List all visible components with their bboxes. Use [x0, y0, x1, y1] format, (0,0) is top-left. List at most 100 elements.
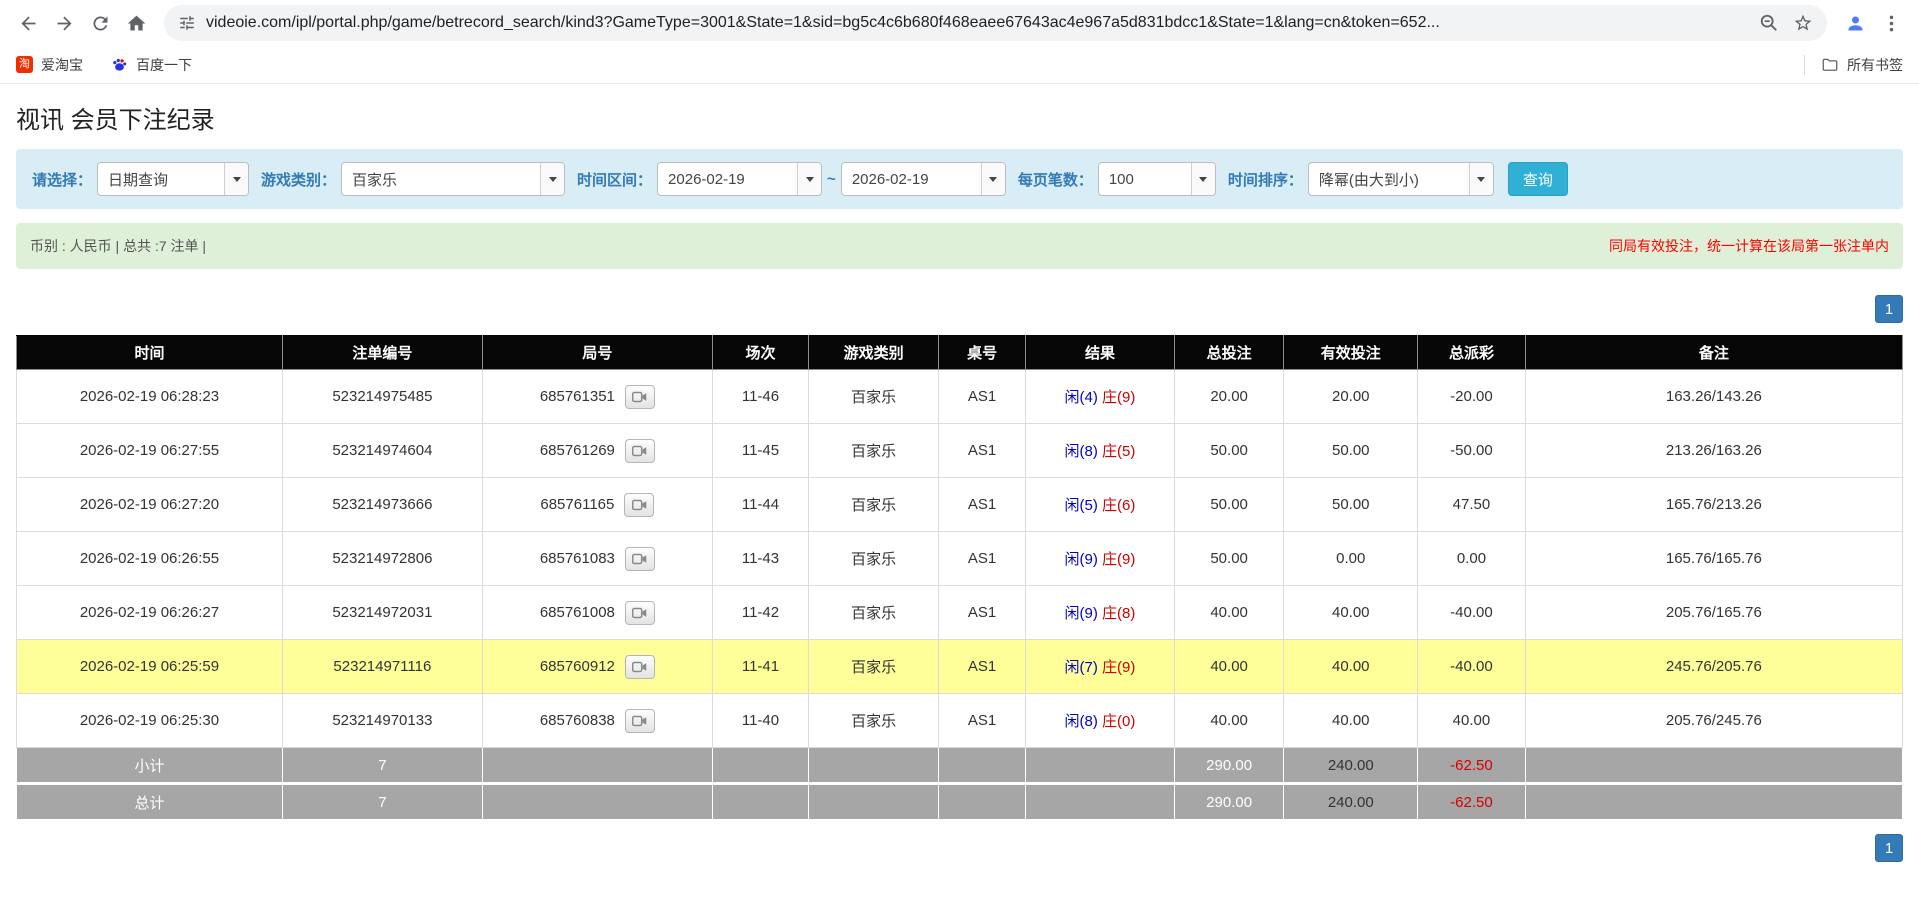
bookmark-star-button[interactable]	[1793, 13, 1813, 33]
video-replay-button[interactable]	[625, 439, 655, 463]
page-1-button[interactable]: 1	[1875, 295, 1903, 323]
result-banker: 庄(9)	[1102, 551, 1135, 568]
cell-remark: 163.26/143.26	[1525, 370, 1902, 424]
cell-payout: -20.00	[1418, 370, 1526, 424]
result-player: 闲(9)	[1065, 551, 1098, 568]
zoom-magnifier-icon	[1759, 13, 1779, 33]
profile-button[interactable]	[1837, 5, 1873, 41]
pagination-top: 1	[16, 295, 1903, 323]
chevron-down-icon[interactable]	[1469, 163, 1493, 195]
cell-total-bet[interactable]: 40.00	[1174, 586, 1283, 640]
column-header: 结果	[1025, 336, 1174, 370]
video-camera-icon	[632, 499, 647, 511]
date-range-tilde: ~	[827, 171, 836, 188]
address-bar[interactable]: videoie.com/ipl/portal.php/game/betrecor…	[164, 5, 1827, 41]
bookmark-aitaobao[interactable]: 淘 爱淘宝	[16, 55, 83, 75]
video-replay-button[interactable]	[625, 601, 655, 625]
all-bookmarks-label: 所有书签	[1847, 55, 1903, 75]
cell-table-no: AS1	[939, 370, 1026, 424]
cell-total-bet[interactable]: 50.00	[1174, 478, 1283, 532]
result-banker: 庄(5)	[1102, 443, 1135, 460]
refresh-button[interactable]	[82, 5, 118, 41]
time-sort-label: 时间排序：	[1228, 169, 1303, 190]
cell-session: 11-46	[712, 370, 808, 424]
refresh-icon	[90, 13, 111, 34]
chevron-down-icon[interactable]	[224, 163, 248, 195]
cell-round: 685761083	[482, 532, 712, 586]
subtotal-label: 小计	[17, 748, 283, 784]
video-camera-icon	[632, 391, 647, 403]
total-payout: -62.50	[1418, 784, 1526, 820]
bookmark-baidu[interactable]: 百度一下	[111, 55, 192, 75]
chevron-down-icon[interactable]	[797, 163, 821, 195]
round-id: 685760838	[540, 712, 615, 729]
back-arrow-icon	[18, 13, 39, 34]
cell-table-no: AS1	[939, 478, 1026, 532]
column-header: 有效投注	[1284, 336, 1418, 370]
result-player: 闲(5)	[1065, 497, 1098, 514]
query-type-select[interactable]: 日期查询	[97, 162, 249, 196]
cell-total-bet[interactable]: 40.00	[1174, 694, 1283, 748]
cell-game-type: 百家乐	[809, 640, 939, 694]
cell-bet-id: 523214972031	[282, 586, 482, 640]
total-total-bet: 290.00	[1174, 784, 1283, 820]
column-header: 时间	[17, 336, 283, 370]
cell-payout: -40.00	[1418, 586, 1526, 640]
cell-valid-bet: 40.00	[1284, 640, 1418, 694]
video-replay-button[interactable]	[624, 493, 654, 517]
cell-result: 闲(9) 庄(9)	[1025, 532, 1174, 586]
cell-valid-bet: 50.00	[1284, 478, 1418, 532]
table-body: 2026-02-19 06:28:23523214975485685761351…	[17, 370, 1903, 748]
forward-button[interactable]	[46, 5, 82, 41]
round-id: 685761269	[540, 442, 615, 459]
cell-total-bet[interactable]: 40.00	[1174, 640, 1283, 694]
cell-result: 闲(8) 庄(0)	[1025, 694, 1174, 748]
chevron-down-icon[interactable]	[540, 163, 564, 195]
video-camera-icon	[632, 553, 647, 565]
home-button[interactable]	[118, 5, 154, 41]
zoom-button[interactable]	[1759, 13, 1779, 33]
video-replay-button[interactable]	[625, 385, 655, 409]
search-button[interactable]: 查询	[1508, 162, 1568, 196]
cell-bet-id: 523214975485	[282, 370, 482, 424]
page-size-select[interactable]: 100	[1098, 162, 1216, 196]
table-row: 2026-02-19 06:27:20523214973666685761165…	[17, 478, 1903, 532]
cell-session: 11-43	[712, 532, 808, 586]
page-1-button[interactable]: 1	[1875, 834, 1903, 862]
date-from-picker[interactable]: 2026-02-19	[657, 162, 822, 196]
cell-time: 2026-02-19 06:26:27	[17, 586, 283, 640]
cell-result: 闲(9) 庄(8)	[1025, 586, 1174, 640]
video-replay-button[interactable]	[625, 547, 655, 571]
currency-total-text: 币别 : 人民币 | 总共 :7 注单 |	[30, 236, 206, 256]
video-camera-icon	[632, 715, 647, 727]
cell-total-bet[interactable]: 20.00	[1174, 370, 1283, 424]
cell-payout: -40.00	[1418, 640, 1526, 694]
chevron-down-icon[interactable]	[981, 163, 1005, 195]
back-button[interactable]	[10, 5, 46, 41]
toolbar-right-controls	[1837, 5, 1909, 41]
result-player: 闲(9)	[1065, 605, 1098, 622]
cell-bet-id: 523214973666	[282, 478, 482, 532]
date-to-picker[interactable]: 2026-02-19	[841, 162, 1006, 196]
browser-menu-button[interactable]	[1873, 5, 1909, 41]
table-row: 2026-02-19 06:25:30523214970133685760838…	[17, 694, 1903, 748]
video-replay-button[interactable]	[625, 655, 655, 679]
cell-time: 2026-02-19 06:25:59	[17, 640, 283, 694]
page-size-label: 每页笔数：	[1018, 169, 1093, 190]
baidu-paw-favicon-icon	[111, 56, 128, 73]
cell-bet-id: 523214972806	[282, 532, 482, 586]
column-header: 注单编号	[282, 336, 482, 370]
site-settings-tune-icon[interactable]	[178, 14, 196, 32]
cell-total-bet[interactable]: 50.00	[1174, 532, 1283, 586]
cell-total-bet[interactable]: 50.00	[1174, 424, 1283, 478]
game-type-select[interactable]: 百家乐	[341, 162, 565, 196]
time-sort-select[interactable]: 降幂(由大到小)	[1308, 162, 1494, 196]
star-icon	[1793, 13, 1813, 33]
cell-result: 闲(7) 庄(9)	[1025, 640, 1174, 694]
video-replay-button[interactable]	[625, 709, 655, 733]
time-range-label: 时间区间：	[577, 169, 652, 190]
table-header-row: 时间注单编号局号场次游戏类别桌号结果总投注有效投注总派彩备注	[17, 336, 1903, 370]
all-bookmarks-button[interactable]: 所有书签	[1821, 55, 1903, 75]
url-text[interactable]: videoie.com/ipl/portal.php/game/betrecor…	[206, 14, 1745, 32]
chevron-down-icon[interactable]	[1191, 163, 1215, 195]
